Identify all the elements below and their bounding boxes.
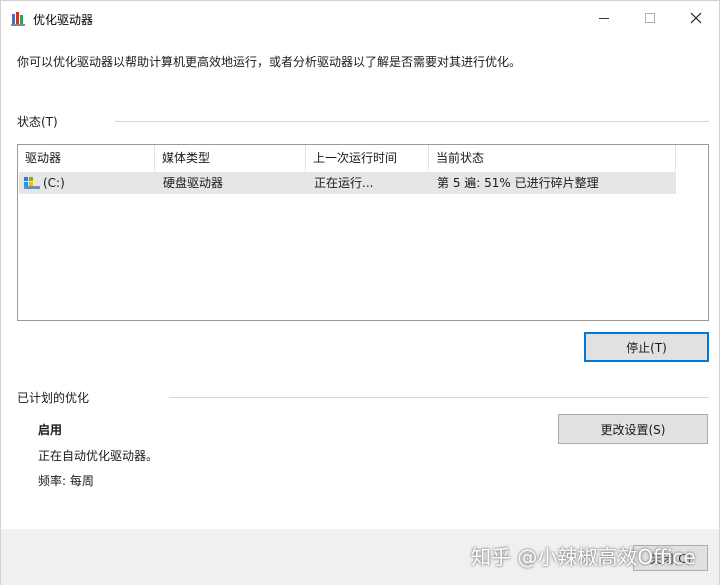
schedule-state: 启用 — [38, 423, 63, 437]
stop-button[interactable]: 停止(T) — [584, 332, 709, 362]
minimize-button[interactable] — [581, 1, 627, 35]
minimize-icon — [599, 17, 609, 19]
scheduled-divider — [169, 397, 709, 398]
schedule-description: 正在自动优化驱动器。 — [38, 449, 159, 463]
table-row[interactable]: (C:) 硬盘驱动器 正在运行... 第 5 遍: 51% 已进行碎片整理 — [19, 172, 676, 194]
close-icon — [690, 12, 702, 24]
media-type-cell: 硬盘驱动器 — [163, 176, 224, 190]
scheduled-section-label: 已计划的优化 — [17, 391, 90, 405]
window-title: 优化驱动器 — [33, 13, 94, 27]
maximize-icon — [645, 13, 655, 23]
status-section-label: 状态(T) — [17, 115, 58, 129]
drive-name: (C:) — [43, 176, 65, 190]
maximize-button[interactable] — [627, 1, 673, 35]
drives-listview[interactable]: 驱动器 媒体类型 上一次运行时间 当前状态 (C:) 硬盘驱动器 正在运行...… — [17, 144, 709, 321]
column-header-current-status[interactable]: 当前状态 — [429, 145, 676, 171]
column-header-last-run[interactable]: 上一次运行时间 — [306, 145, 429, 171]
schedule-frequency: 频率: 每周 — [38, 474, 94, 488]
watermark-text: 知乎 @小辣椒高效Office — [471, 545, 696, 569]
column-header-media-type[interactable]: 媒体类型 — [155, 145, 306, 171]
listview-header: 驱动器 媒体类型 上一次运行时间 当前状态 — [18, 145, 708, 171]
optimize-drives-app-icon — [11, 12, 25, 26]
description-text: 你可以优化驱动器以帮助计算机更高效地运行，或者分析驱动器以了解是否需要对其进行优… — [17, 55, 522, 69]
change-settings-button[interactable]: 更改设置(S) — [558, 414, 708, 444]
column-header-drive[interactable]: 驱动器 — [18, 145, 155, 171]
close-button[interactable] — [673, 1, 719, 35]
status-divider — [115, 121, 709, 122]
last-run-cell: 正在运行... — [314, 176, 374, 190]
hard-drive-icon — [24, 177, 40, 189]
optimize-drives-window: 优化驱动器 你可以优化驱动器以帮助计算机更高效地运行，或者分析驱动器以了解是否需… — [0, 0, 720, 585]
title-bar[interactable]: 优化驱动器 — [1, 1, 719, 35]
current-status-cell: 第 5 遍: 51% 已进行碎片整理 — [437, 176, 599, 190]
